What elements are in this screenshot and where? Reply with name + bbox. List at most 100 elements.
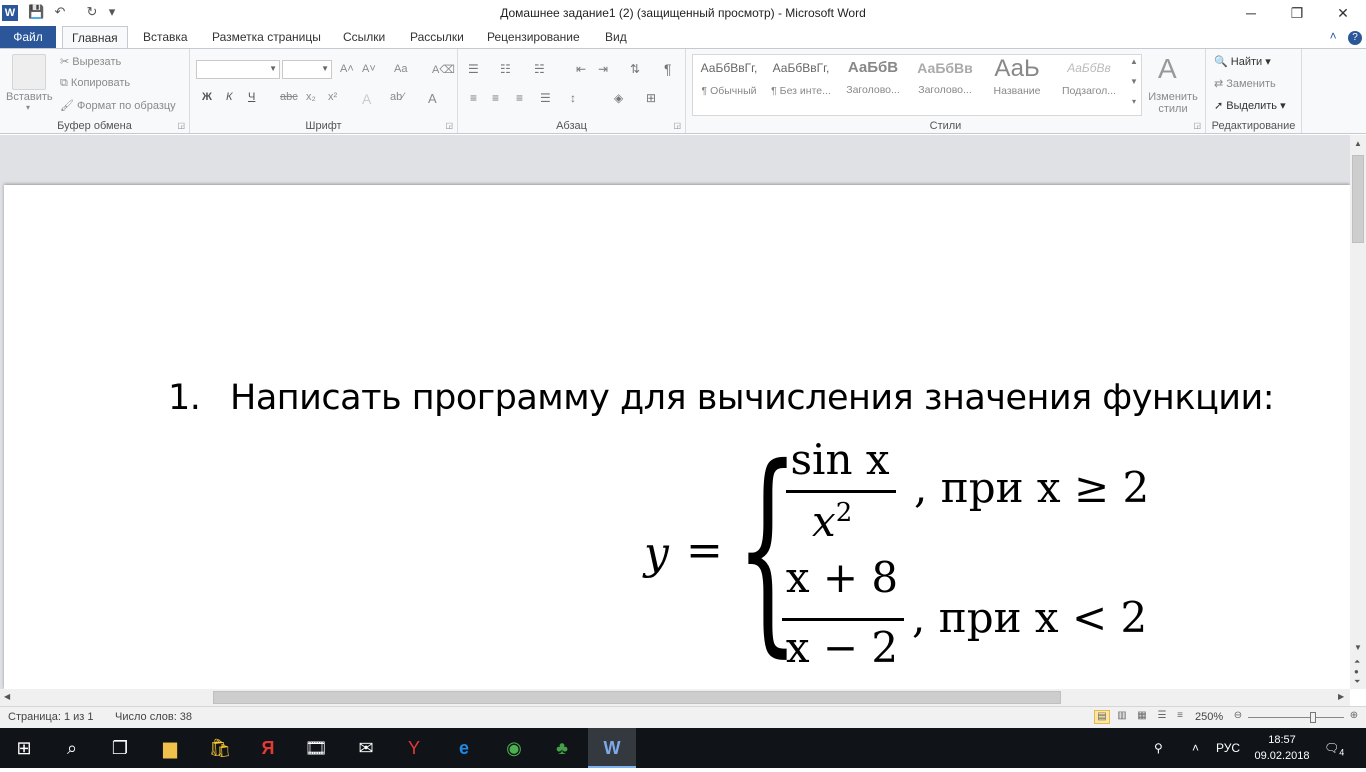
font-color-button[interactable]: A — [428, 91, 437, 106]
outline-view-icon[interactable]: ☰ — [1154, 710, 1170, 724]
sort-icon[interactable]: ⇅ — [630, 62, 640, 76]
notifications-icon[interactable]: 🗨4 — [1324, 728, 1344, 768]
edge-icon[interactable]: e — [440, 728, 488, 768]
shading-icon[interactable]: ◈ — [614, 91, 623, 105]
change-case-button[interactable]: Aa — [394, 63, 407, 75]
file-explorer-icon[interactable]: ▆ — [146, 728, 194, 768]
superscript-button[interactable]: x² — [328, 91, 337, 103]
prev-page-icon[interactable]: ⏶ — [1354, 657, 1360, 667]
yandex-browser-icon[interactable]: Y — [390, 728, 438, 768]
tab-mailings[interactable]: Рассылки — [408, 26, 466, 48]
tab-insert[interactable]: Вставка — [141, 26, 190, 48]
restore-button[interactable]: ❐ — [1274, 0, 1320, 26]
vertical-scroll-thumb[interactable] — [1352, 155, 1364, 243]
print-layout-icon[interactable]: ▤ — [1094, 710, 1110, 724]
close-button[interactable]: ✕ — [1320, 0, 1366, 26]
font-name-combo[interactable]: ▼ — [196, 60, 280, 79]
decrease-indent-icon[interactable]: ⇤ — [576, 62, 586, 76]
tab-file[interactable]: Файл — [0, 26, 56, 48]
highlight-button[interactable]: ab⁄ — [390, 91, 404, 103]
multilevel-list-icon[interactable]: ☵ — [534, 62, 545, 76]
people-icon[interactable]: ⚲ — [1154, 728, 1163, 768]
full-screen-reading-icon[interactable]: ▥ — [1114, 710, 1130, 724]
gallery-more-icon[interactable]: ▾ — [1127, 97, 1141, 106]
change-styles-button[interactable]: Изменить стили — [1146, 91, 1200, 115]
format-painter-button[interactable]: 🖌 Формат по образцу — [60, 99, 176, 112]
paste-icon[interactable] — [12, 54, 46, 90]
bullets-icon[interactable]: ☰ — [468, 62, 479, 76]
collapse-ribbon-icon[interactable]: ˄ — [1330, 29, 1337, 43]
style-no-spacing[interactable]: АаБбВвГг, ¶ Без инте... — [767, 55, 835, 107]
scroll-right-icon[interactable]: ▶ — [1338, 692, 1344, 701]
shrink-font-button[interactable]: A˅ — [362, 63, 376, 75]
scroll-up-icon[interactable]: ▲ — [1354, 139, 1362, 148]
scroll-down-icon[interactable]: ▼ — [1354, 643, 1362, 652]
grow-font-button[interactable]: A˄ — [340, 63, 354, 75]
increase-indent-icon[interactable]: ⇥ — [598, 62, 608, 76]
italic-button[interactable]: К — [226, 91, 232, 103]
tab-page-layout[interactable]: Разметка страницы — [210, 26, 323, 48]
change-styles-icon[interactable]: A — [1158, 53, 1177, 85]
vertical-scrollbar[interactable]: ▲ ▼ ⏶ ● ⏷ — [1350, 135, 1366, 689]
style-heading-2[interactable]: АаБбВв Заголово... — [911, 55, 979, 107]
style-title[interactable]: АаЬ Название — [983, 55, 1051, 107]
word-count[interactable]: Число слов: 38 — [115, 711, 192, 723]
draft-view-icon[interactable]: ≡ — [1172, 710, 1188, 724]
align-right-icon[interactable]: ≡ — [516, 91, 523, 105]
find-button[interactable]: 🔍 Найти ▾ — [1214, 55, 1271, 68]
clover-icon[interactable]: ♣ — [538, 728, 586, 768]
clear-format-button[interactable]: A⌫ — [432, 63, 455, 76]
style-heading-1[interactable]: АаБбВ Заголово... — [839, 55, 907, 107]
tab-references[interactable]: Ссылки — [341, 26, 387, 48]
word-taskbar-icon[interactable]: W — [588, 728, 636, 768]
style-normal[interactable]: АаБбВвГг, ¶ Обычный — [695, 55, 763, 107]
page-count[interactable]: Страница: 1 из 1 — [8, 711, 94, 723]
zoom-slider-track[interactable] — [1248, 717, 1344, 718]
copy-button[interactable]: ⧉ Копировать — [60, 77, 130, 90]
cut-button[interactable]: ✂ Вырезать — [60, 55, 121, 68]
horizontal-scrollbar[interactable]: ◀ ▶ — [0, 689, 1350, 706]
tab-review[interactable]: Рецензирование — [485, 26, 582, 48]
subscript-button[interactable]: x₂ — [306, 91, 316, 103]
bold-button[interactable]: Ж — [202, 91, 212, 103]
borders-icon[interactable]: ⊞ — [646, 91, 656, 105]
strikethrough-button[interactable]: abc — [280, 91, 298, 103]
store-icon[interactable]: 🛍 — [196, 728, 244, 768]
horizontal-scroll-thumb[interactable] — [213, 691, 1061, 704]
clipboard-launcher-icon[interactable]: ◲ — [177, 121, 185, 130]
replace-button[interactable]: ⇄ Заменить — [1214, 77, 1276, 90]
tab-home[interactable]: Главная — [62, 26, 128, 49]
zoom-out-icon[interactable]: ⊖ — [1230, 710, 1246, 724]
zoom-slider-knob[interactable] — [1310, 712, 1316, 723]
gallery-up-icon[interactable]: ▲ — [1127, 57, 1141, 66]
web-layout-icon[interactable]: ▦ — [1134, 710, 1150, 724]
scroll-left-icon[interactable]: ◀ — [4, 692, 10, 701]
line-spacing-icon[interactable]: ↕ — [570, 91, 576, 105]
clock[interactable]: 18:57 09.02.2018 — [1254, 732, 1310, 764]
task-view-icon[interactable]: ❐ — [96, 728, 144, 768]
align-left-icon[interactable]: ≡ — [470, 91, 477, 105]
yandex-icon[interactable]: Я — [244, 728, 292, 768]
paragraph-launcher-icon[interactable]: ◲ — [673, 121, 681, 130]
underline-button[interactable]: Ч — [248, 91, 255, 103]
search-icon[interactable]: ⌕ — [48, 728, 96, 768]
styles-launcher-icon[interactable]: ◲ — [1193, 121, 1201, 130]
tray-chevron-icon[interactable]: ˄ — [1192, 728, 1199, 768]
justify-icon[interactable]: ☰ — [540, 91, 551, 105]
gallery-down-icon[interactable]: ▼ — [1127, 77, 1141, 86]
chrome-icon[interactable]: ◉ — [490, 728, 538, 768]
tab-view[interactable]: Вид — [603, 26, 629, 48]
input-language[interactable]: РУС — [1216, 728, 1240, 768]
select-button[interactable]: ➚ Выделить ▾ — [1214, 99, 1286, 112]
video-app-icon[interactable]: 🎞 — [292, 728, 340, 768]
font-size-combo[interactable]: ▼ — [282, 60, 332, 79]
next-page-icon[interactable]: ⏷ — [1354, 677, 1360, 687]
text-effects-button[interactable]: A — [362, 91, 371, 107]
numbering-icon[interactable]: ☷ — [500, 62, 511, 76]
browse-object-icon[interactable]: ● — [1354, 667, 1359, 676]
zoom-level[interactable]: 250% — [1195, 711, 1223, 723]
help-icon[interactable]: ? — [1348, 31, 1362, 45]
windows-start-icon[interactable]: ⊞ — [0, 728, 48, 768]
font-launcher-icon[interactable]: ◲ — [445, 121, 453, 130]
zoom-in-icon[interactable]: ⊕ — [1346, 710, 1362, 724]
